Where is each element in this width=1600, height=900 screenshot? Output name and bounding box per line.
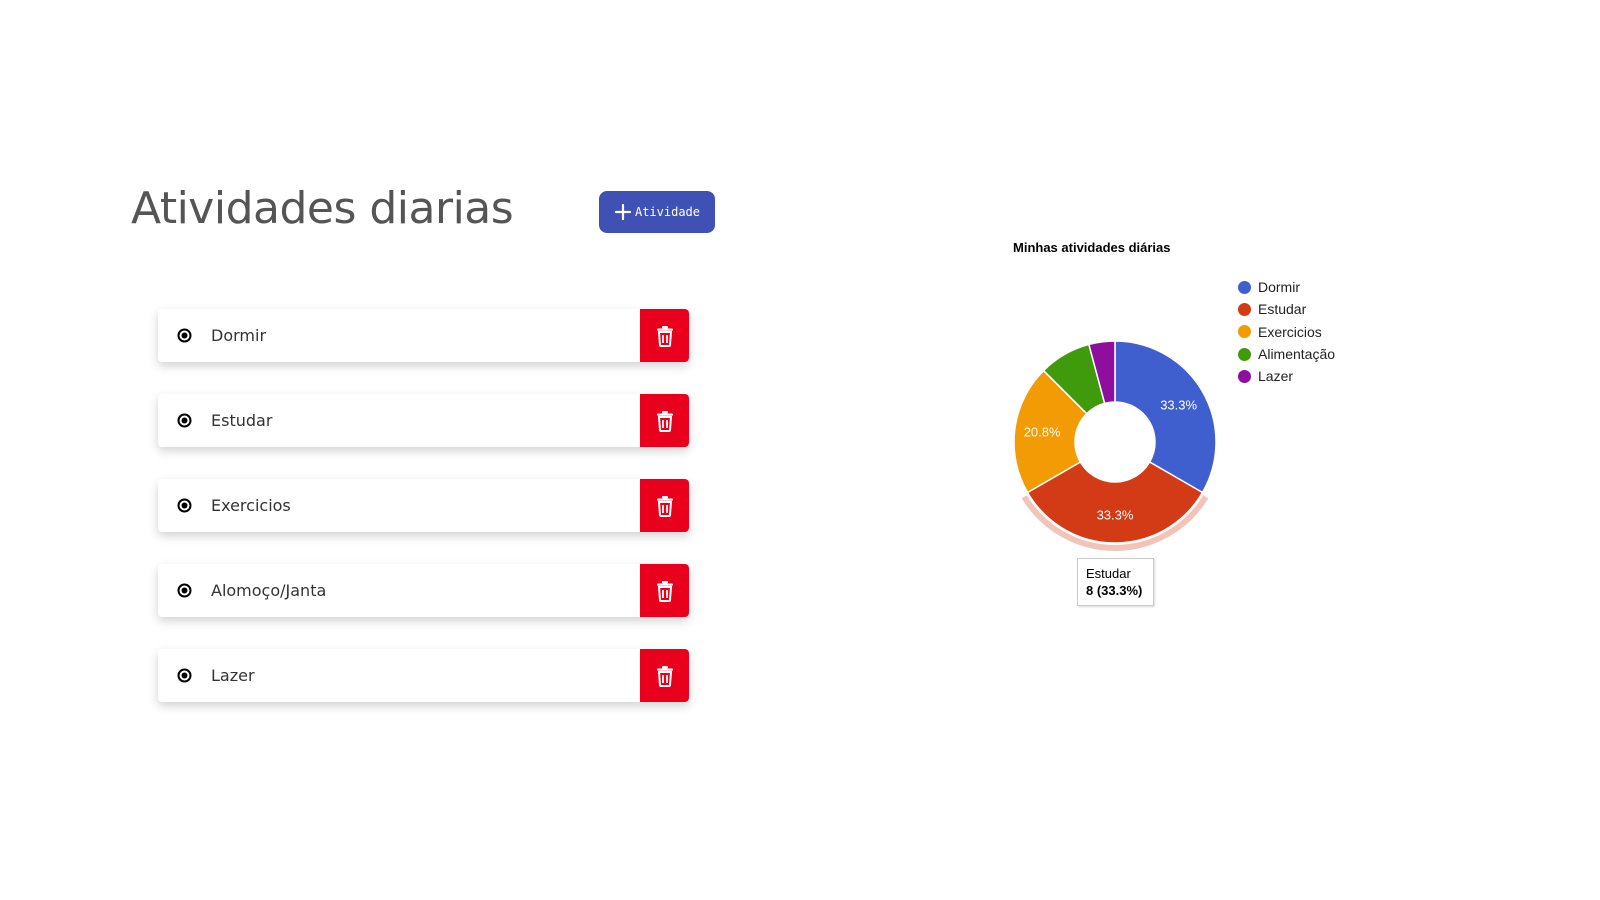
activity-name: Alomoço/Janta [211,581,327,600]
list-item: Alomoço/Janta [158,564,689,617]
legend-color-dot [1238,369,1251,383]
delete-button[interactable] [640,309,689,362]
delete-button[interactable] [640,479,689,532]
radio-checked-icon[interactable] [177,498,192,513]
delete-button[interactable] [640,394,689,447]
legend-label: Exercicios [1258,323,1322,340]
legend-item[interactable]: Alimentação [1238,343,1335,365]
slice-label: 33.3% [1097,508,1134,523]
legend-label: Lazer [1258,368,1294,385]
legend-color-dot [1238,280,1251,294]
trash-icon [656,410,673,432]
add-activity-button[interactable]: Atividade [599,191,715,233]
slice-label: 20.8% [1024,424,1061,439]
legend-item[interactable]: Estudar [1238,298,1335,320]
chart-title: Minhas atividades diárias [1013,240,1171,255]
plus-icon [614,203,632,221]
legend-item[interactable]: Exercicios [1238,321,1335,343]
donut-chart[interactable]: 33.3% 33.3% 20.8% [1000,320,1240,570]
trash-icon [656,665,673,687]
list-item: Estudar [158,394,689,447]
activity-name: Lazer [211,666,255,685]
legend-color-dot [1238,302,1251,316]
legend-label: Dormir [1258,279,1300,296]
radio-checked-icon[interactable] [177,413,192,428]
tooltip-value: 8 (33.3%) [1086,583,1143,598]
trash-icon [656,580,673,602]
activity-name: Estudar [211,411,273,430]
list-item: Exercicios [158,479,689,532]
list-item: Dormir [158,309,689,362]
legend-item[interactable]: Lazer [1238,365,1335,387]
trash-icon [656,495,673,517]
activity-name: Dormir [211,326,267,345]
legend-item[interactable]: Dormir [1238,276,1335,298]
activity-name: Exercicios [211,496,291,515]
chart-legend: Dormir Estudar Exercicios Alimentação La… [1238,276,1335,387]
radio-checked-icon[interactable] [177,328,192,343]
slice-label: 33.3% [1160,397,1197,412]
chart-tooltip: Estudar 8 (33.3%) [1077,558,1154,606]
tooltip-title: Estudar [1086,566,1131,581]
list-item: Lazer [158,649,689,702]
delete-button[interactable] [640,564,689,617]
radio-checked-icon[interactable] [177,668,192,683]
page-root: Atividades diarias Atividade Dormir Estu… [0,0,1600,900]
legend-label: Alimentação [1258,346,1336,363]
pie-slice-dormir[interactable] [1114,340,1217,494]
page-title: Atividades diarias [131,183,514,234]
trash-icon [656,325,673,347]
add-activity-label: Atividade [634,205,701,219]
delete-button[interactable] [640,649,689,702]
radio-checked-icon[interactable] [177,583,192,598]
legend-color-dot [1238,347,1251,361]
legend-color-dot [1238,325,1251,339]
legend-label: Estudar [1258,301,1307,318]
